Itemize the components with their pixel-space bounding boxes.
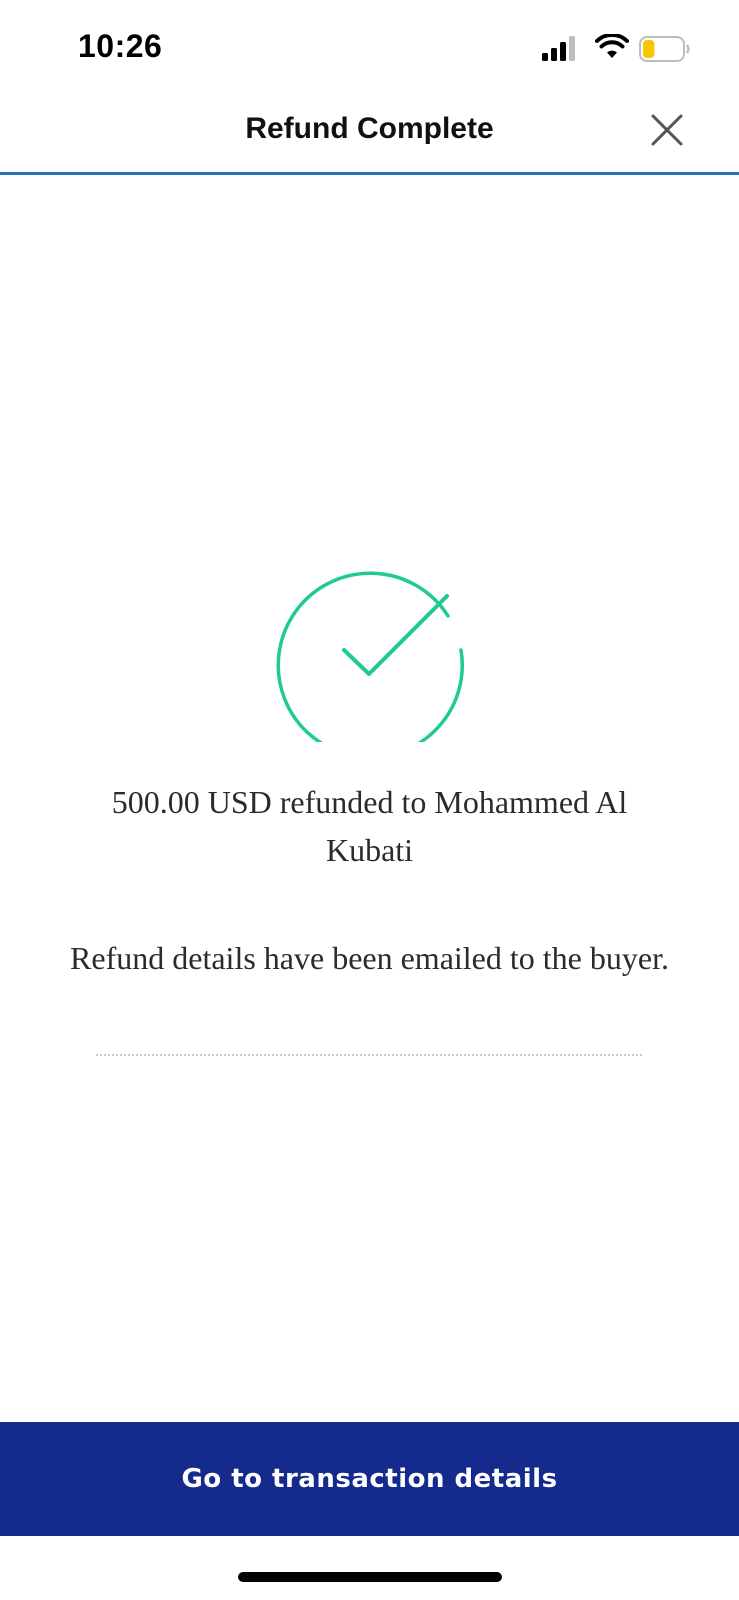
content-divider bbox=[96, 1054, 642, 1056]
close-button[interactable] bbox=[647, 110, 687, 150]
status-time: 10:26 bbox=[78, 28, 163, 64]
header: Refund Complete bbox=[0, 90, 739, 174]
email-notice: Refund details have been emailed to the … bbox=[70, 940, 669, 976]
wifi-icon bbox=[595, 34, 629, 58]
signal-icon bbox=[542, 36, 575, 61]
status-bar: 10:26 bbox=[0, 0, 739, 100]
home-indicator bbox=[238, 1572, 502, 1582]
go-to-transaction-details-button[interactable]: Go to transaction details bbox=[0, 1422, 739, 1536]
battery-icon bbox=[639, 36, 690, 62]
header-divider bbox=[0, 172, 739, 175]
close-icon bbox=[651, 114, 683, 146]
checkmark-circle-icon bbox=[276, 571, 465, 742]
refund-complete-screen: 10:26 Refund Complete 500.00 USD refunde… bbox=[0, 0, 739, 1600]
page-title: Refund Complete bbox=[245, 112, 494, 145]
refund-message: 500.00 USD refunded to Mohammed Al Kubat… bbox=[111, 784, 628, 868]
